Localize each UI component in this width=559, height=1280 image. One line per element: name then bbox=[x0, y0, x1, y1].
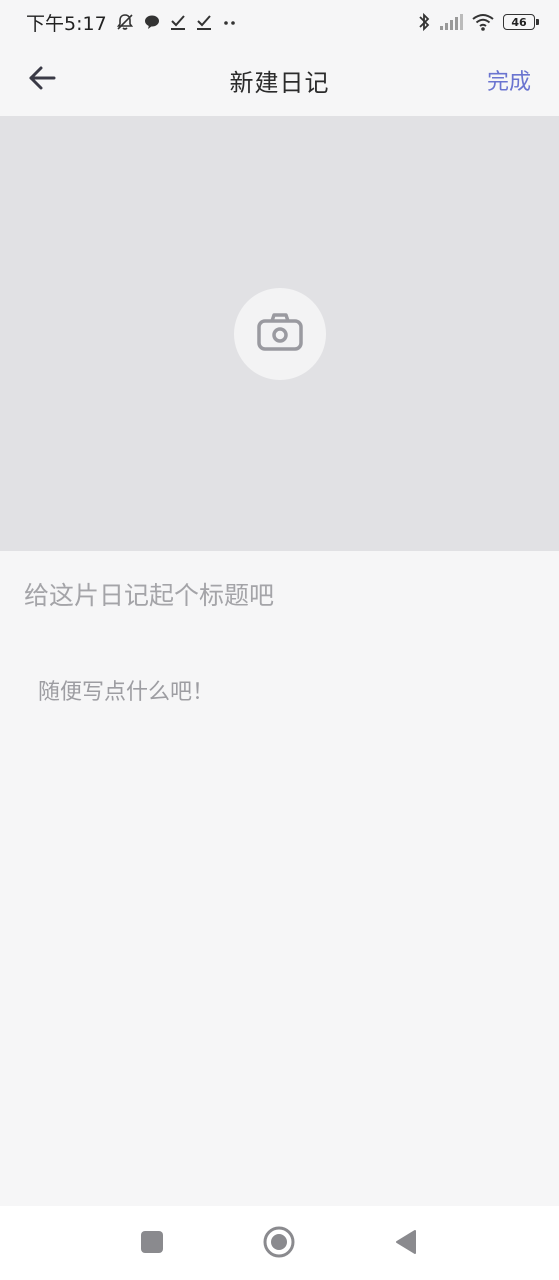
home-button[interactable] bbox=[259, 1224, 299, 1264]
new-diary-screen: 下午5:17 46 新建日记 完成 给这片日记起个标题吧 随便写点什么吧！ bbox=[0, 0, 559, 1280]
download-check-icon bbox=[195, 13, 213, 31]
back-button[interactable] bbox=[22, 60, 62, 100]
battery-icon: 46 bbox=[503, 14, 539, 30]
home-circle-icon bbox=[262, 1225, 296, 1263]
camera-icon bbox=[256, 311, 304, 357]
system-back-button[interactable] bbox=[386, 1224, 426, 1264]
mute-bell-icon bbox=[115, 12, 135, 32]
back-triangle-icon bbox=[394, 1229, 418, 1259]
recents-button[interactable] bbox=[132, 1224, 172, 1264]
status-bar: 下午5:17 46 bbox=[0, 0, 559, 44]
status-time: 下午5:17 bbox=[26, 12, 107, 35]
download-check-icon bbox=[169, 13, 187, 31]
signal-icon bbox=[439, 13, 463, 31]
more-dots-icon bbox=[221, 13, 239, 31]
add-photo-button[interactable] bbox=[233, 287, 326, 380]
system-nav-bar bbox=[0, 1206, 559, 1280]
status-left: 下午5:17 bbox=[26, 9, 239, 36]
wifi-icon bbox=[471, 12, 495, 32]
recents-square-icon bbox=[140, 1230, 164, 1258]
chat-bubble-icon bbox=[143, 13, 161, 31]
done-button[interactable]: 完成 bbox=[487, 64, 531, 96]
page-title: 新建日记 bbox=[229, 68, 330, 97]
cover-photo-area[interactable] bbox=[0, 116, 559, 551]
arrow-left-icon bbox=[27, 65, 57, 95]
status-right: 46 bbox=[417, 12, 539, 32]
bluetooth-icon bbox=[417, 12, 431, 32]
app-bar: 新建日记 完成 bbox=[0, 44, 559, 116]
battery-level: 46 bbox=[511, 15, 527, 29]
diary-title-input[interactable] bbox=[22, 570, 541, 620]
diary-content-input[interactable] bbox=[38, 676, 528, 1176]
